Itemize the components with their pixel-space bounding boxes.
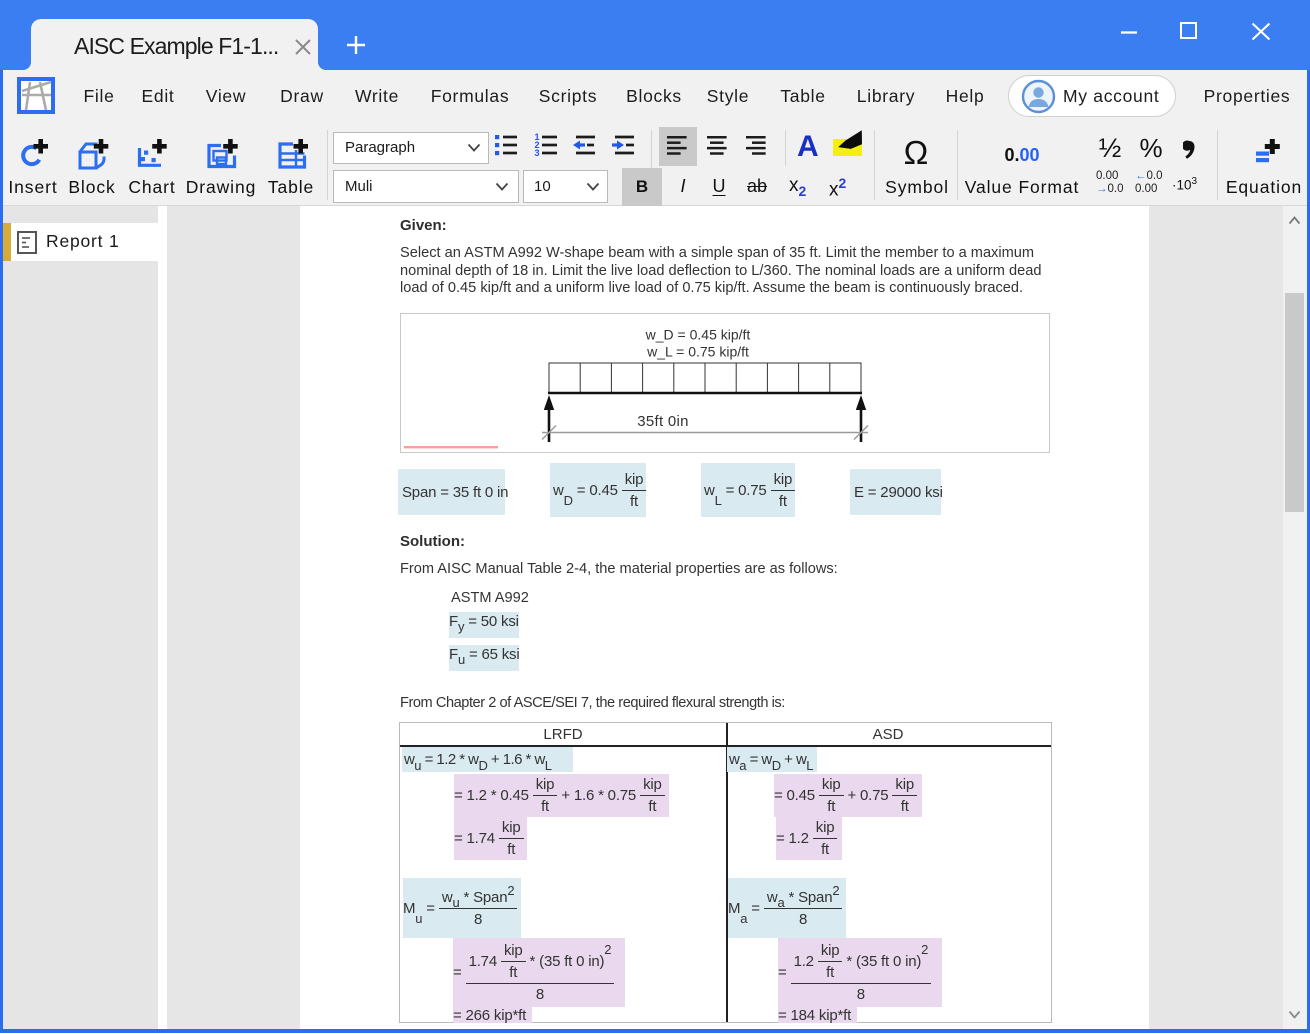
svg-text:w_D = 0.45 kip/ft: w_D = 0.45 kip/ft [645, 327, 751, 343]
svg-text:3: 3 [535, 148, 540, 158]
svg-text:w_L = 0.75 kip/ft: w_L = 0.75 kip/ft [646, 344, 749, 360]
svg-text:35ft 0in: 35ft 0in [637, 413, 689, 430]
